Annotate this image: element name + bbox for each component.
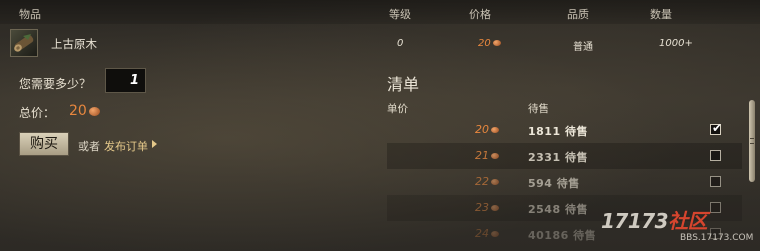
col-header-quality[interactable]: 品质 <box>567 6 589 22</box>
item-quality: 普通 <box>573 42 593 53</box>
checkmark-icon: ✔ <box>712 121 723 135</box>
col-header-unit-price: 单价 <box>387 103 408 115</box>
listing-row[interactable]: 20 1811 待售 ✔ <box>387 117 742 143</box>
or-text: 或者 <box>78 140 100 153</box>
watermark-logo: 17173社区 <box>601 205 708 234</box>
col-header-for-sale: 待售 <box>528 103 549 115</box>
item-price: 20 <box>478 38 501 49</box>
buy-button[interactable]: 购买 <box>19 132 69 156</box>
col-header-item[interactable]: 物品 <box>19 6 41 22</box>
listing-row[interactable]: 22 594 待售 <box>387 169 742 195</box>
listing-count: 1811 待售 <box>528 125 588 138</box>
total-price: 20 <box>69 103 100 119</box>
listing-price: 23 <box>475 201 499 214</box>
grip-icon <box>750 138 754 144</box>
listing-price-value: 22 <box>475 175 489 188</box>
post-order-link[interactable]: 发布订单 <box>104 138 148 154</box>
item-name[interactable]: 上古原木 <box>51 36 97 52</box>
item-price-value: 20 <box>478 38 491 49</box>
listing-count: 40186 待售 <box>528 229 597 242</box>
quantity-input[interactable]: 1 <box>105 68 146 93</box>
copper-coin-icon <box>491 179 499 185</box>
listing-price-value: 23 <box>475 201 489 214</box>
quantity-label: 您需要多少？ <box>19 77 92 91</box>
total-price-value: 20 <box>69 103 87 119</box>
listing-price: 20 <box>475 123 499 136</box>
copper-coin-icon <box>491 205 499 211</box>
col-header-price[interactable]: 价格 <box>469 6 491 22</box>
ancient-wood-log-icon[interactable] <box>10 29 38 57</box>
col-header-level[interactable]: 等级 <box>389 6 411 22</box>
copper-coin-icon <box>491 231 499 237</box>
listing-count: 2331 待售 <box>528 151 588 164</box>
listing-count: 594 待售 <box>528 177 580 190</box>
listing-title: 清单 <box>387 75 420 94</box>
listing-checkbox[interactable]: ✔ <box>710 121 723 135</box>
copper-coin-icon <box>491 153 499 159</box>
copper-coin-icon <box>492 40 501 46</box>
copper-coin-icon <box>88 106 100 116</box>
total-label: 总价： <box>19 106 56 120</box>
item-level: 0 <box>397 38 404 49</box>
item-quantity: 1000+ <box>659 38 693 49</box>
arrow-right-icon[interactable] <box>152 140 157 148</box>
listing-price-value: 24 <box>475 227 489 240</box>
watermark-logo-text: 社区 <box>668 209 708 233</box>
results-header <box>0 0 760 24</box>
listing-checkbox[interactable] <box>710 202 721 213</box>
listing-checkbox[interactable] <box>710 176 721 187</box>
listing-price: 22 <box>475 175 499 188</box>
listing-count: 2548 待售 <box>528 203 588 216</box>
listing-price-value: 20 <box>475 123 489 136</box>
listing-price-value: 21 <box>475 149 489 162</box>
watermark-logo-number: 17173 <box>601 209 669 233</box>
listing-price: 21 <box>475 149 499 162</box>
copper-coin-icon <box>491 127 499 133</box>
watermark-url: BBS.17173.COM <box>680 233 754 243</box>
listing-checkbox[interactable] <box>710 150 721 161</box>
listing-price: 24 <box>475 227 499 240</box>
listing-row[interactable]: 21 2331 待售 <box>387 143 742 169</box>
col-header-quantity[interactable]: 数量 <box>650 6 672 22</box>
